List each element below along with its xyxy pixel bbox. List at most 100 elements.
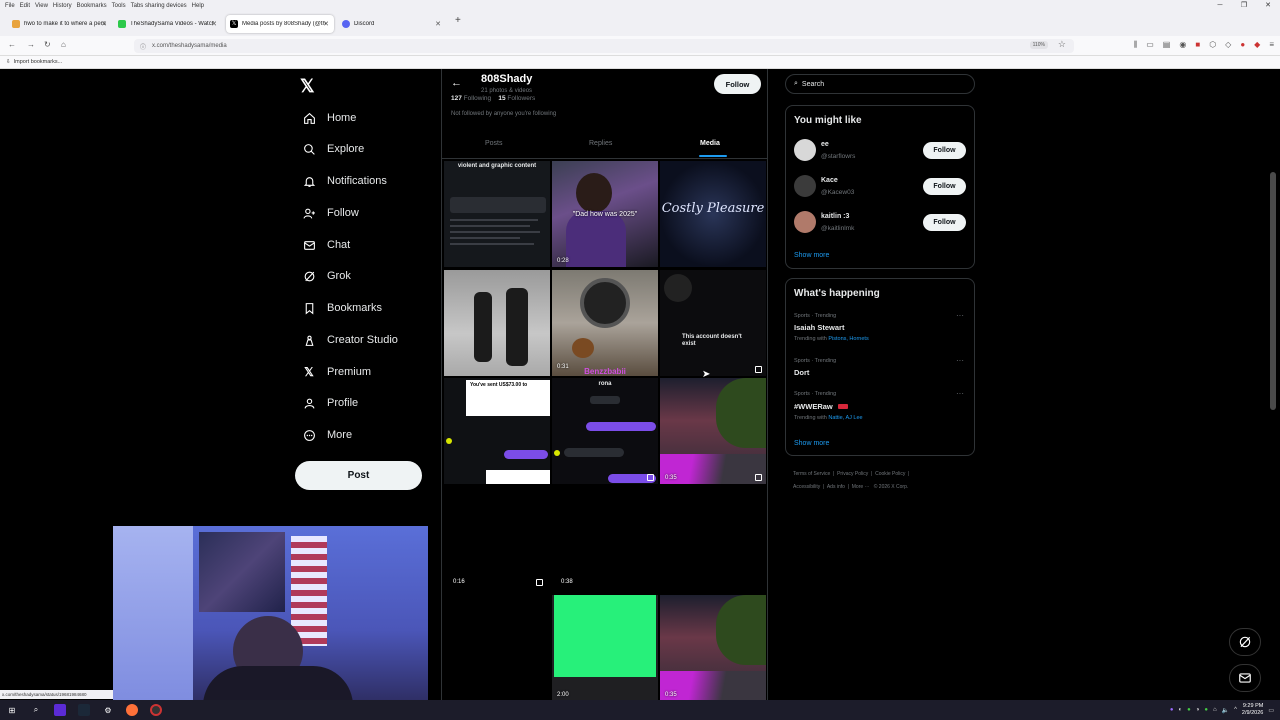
menu-tabs-sharing[interactable]: Tabs sharing devices	[131, 3, 187, 9]
media-tile-4[interactable]	[444, 270, 550, 376]
extensions-icon[interactable]: ⬡	[1209, 40, 1216, 50]
close-window-button[interactable]: ✕	[1256, 0, 1280, 11]
nav-grok[interactable]: Grok	[302, 266, 351, 286]
nav-bookmarks[interactable]: Bookmarks	[302, 298, 382, 318]
media-tile-11[interactable]: 2:00	[552, 595, 658, 700]
follow-suggestion-button[interactable]: Follow	[923, 214, 966, 231]
addon-icon[interactable]: ◆	[1254, 40, 1260, 50]
show-more-link[interactable]: Show more	[794, 440, 829, 447]
trend-with-links[interactable]: Nattie, AJ Lee	[828, 415, 862, 421]
tab-replies[interactable]: Replies	[589, 140, 612, 147]
footer-more-link[interactable]: More ···	[852, 484, 870, 490]
tray-icon[interactable]: ●	[1204, 707, 1208, 713]
nav-premium[interactable]: 𝕏 Premium	[302, 362, 371, 382]
footer-privacy-link[interactable]: Privacy Policy	[837, 471, 868, 477]
import-bookmarks-link[interactable]: Import bookmarks...	[14, 59, 63, 65]
twitch-app-icon[interactable]	[54, 704, 66, 716]
menu-file[interactable]: File	[5, 3, 15, 9]
browser-tab-4[interactable]: Discord ✕	[338, 15, 446, 33]
menu-edit[interactable]: Edit	[20, 3, 30, 9]
nav-creator-studio[interactable]: Creator Studio	[302, 330, 398, 350]
close-tab-icon[interactable]: ✕	[323, 20, 329, 28]
tab-posts[interactable]: Posts	[485, 140, 503, 147]
trend-with-links[interactable]: Pistons, Hornets	[828, 336, 868, 342]
trend-name[interactable]: #WWERaw	[794, 402, 833, 411]
media-tile-9[interactable]: 0:35	[660, 378, 766, 484]
menu-icon[interactable]: ≡	[1269, 40, 1274, 50]
nav-more[interactable]: More	[302, 425, 352, 445]
nav-home[interactable]: Home	[302, 108, 356, 128]
menu-help[interactable]: Help	[192, 3, 204, 9]
library-icon[interactable]: ⫼	[1134, 40, 1138, 50]
post-button[interactable]: Post	[295, 461, 422, 490]
media-tile-1[interactable]: violent and graphic content	[444, 161, 550, 267]
notification-center-icon[interactable]: ▭	[1268, 707, 1274, 714]
reload-icon[interactable]: ↻	[44, 40, 51, 49]
search-icon[interactable]: ⌕	[30, 704, 42, 716]
tray-icon[interactable]: ◑	[1196, 707, 1200, 713]
trend-name[interactable]: Dort	[794, 368, 809, 377]
avatar[interactable]	[794, 139, 816, 161]
maximize-button[interactable]: ❐	[1232, 0, 1256, 11]
suggestion-name[interactable]: Kace	[821, 177, 838, 184]
media-tile-7[interactable]: You've sent US$73.00 to	[444, 378, 550, 484]
steam-app-icon[interactable]	[78, 704, 90, 716]
media-tile-6[interactable]: This account doesn't exist	[660, 270, 766, 376]
volume-icon[interactable]: 🔈	[1222, 707, 1229, 714]
site-info-icon[interactable]: ⓘ	[140, 42, 146, 51]
follow-profile-button[interactable]: Follow	[714, 74, 761, 94]
browser-tab-1[interactable]: hwo to make it to where a pers ✕	[8, 15, 112, 33]
grok-fab-button[interactable]	[1229, 628, 1261, 656]
page-scrollbar[interactable]	[1270, 172, 1276, 410]
media-tile-2[interactable]: "Dad how was 2025" 0:28	[552, 161, 658, 267]
nav-explore[interactable]: Explore	[302, 139, 364, 159]
obs-app-icon[interactable]	[150, 704, 162, 716]
back-icon[interactable]: ←	[8, 40, 16, 49]
following-label[interactable]: Following	[464, 95, 491, 102]
nav-follow[interactable]: Follow	[302, 203, 359, 223]
tab-media[interactable]: Media	[700, 140, 720, 147]
network-icon[interactable]: ⌂	[1213, 707, 1217, 713]
browser-tab-3[interactable]: 𝕏 Media posts by 808Shady (@th ✕	[226, 15, 334, 33]
suggestion-name[interactable]: ee	[821, 141, 829, 148]
tray-icon[interactable]: ●	[1170, 707, 1174, 713]
nav-notifications[interactable]: Notifications	[302, 171, 387, 191]
reader-icon[interactable]: ▤	[1163, 40, 1171, 50]
browser-tab-2[interactable]: TheShadySama Videos - Watch ✕	[114, 15, 222, 33]
more-options-icon[interactable]: ···	[956, 311, 964, 320]
followers-count[interactable]: 15	[498, 95, 505, 102]
follow-suggestion-button[interactable]: Follow	[923, 178, 966, 195]
close-tab-icon[interactable]: ✕	[211, 20, 217, 28]
footer-terms-link[interactable]: Terms of Service	[793, 471, 830, 477]
url-bar[interactable]: ⓘ x.com/theshadysama/media 110% ☆	[134, 39, 1074, 53]
close-tab-icon[interactable]: ✕	[435, 20, 441, 28]
media-tile-5[interactable]: Benzzbabii 0:31	[552, 270, 658, 376]
account-icon[interactable]: ◉	[1179, 40, 1186, 50]
close-tab-icon[interactable]: ✕	[101, 20, 107, 28]
more-options-icon[interactable]: ···	[956, 389, 964, 398]
bookmark-star-icon[interactable]: ☆	[1058, 39, 1066, 50]
media-tile-12[interactable]: 0:35	[660, 595, 766, 700]
new-tab-button[interactable]: +	[455, 15, 461, 26]
footer-cookie-link[interactable]: Cookie Policy	[875, 471, 905, 477]
forward-icon[interactable]: →	[27, 40, 35, 49]
trend-name[interactable]: Isaiah Stewart	[794, 323, 844, 332]
messages-fab-button[interactable]	[1229, 664, 1261, 692]
windows-start-icon[interactable]: ⊞	[6, 704, 18, 716]
chevron-up-icon[interactable]: ^	[1234, 707, 1237, 713]
sidebar-icon[interactable]: ▭	[1146, 40, 1154, 50]
firefox-app-icon[interactable]	[126, 704, 138, 716]
back-arrow-icon[interactable]: ←	[451, 77, 462, 89]
avatar[interactable]	[794, 211, 816, 233]
media-tile-3[interactable]: Costly Pleasure	[660, 161, 766, 267]
footer-accessibility-link[interactable]: Accessibility	[793, 484, 820, 490]
media-tile-8[interactable]: rona	[552, 378, 658, 484]
tray-icon[interactable]: ◐	[1178, 707, 1182, 713]
menu-view[interactable]: View	[35, 3, 48, 9]
menu-history[interactable]: History	[53, 3, 72, 9]
pocket-icon[interactable]: ◇	[1225, 40, 1231, 50]
following-count[interactable]: 127	[451, 95, 462, 102]
nav-chat[interactable]: Chat	[302, 235, 350, 255]
minimize-button[interactable]: ─	[1208, 0, 1232, 11]
tray-icon[interactable]: ●	[1187, 707, 1191, 713]
